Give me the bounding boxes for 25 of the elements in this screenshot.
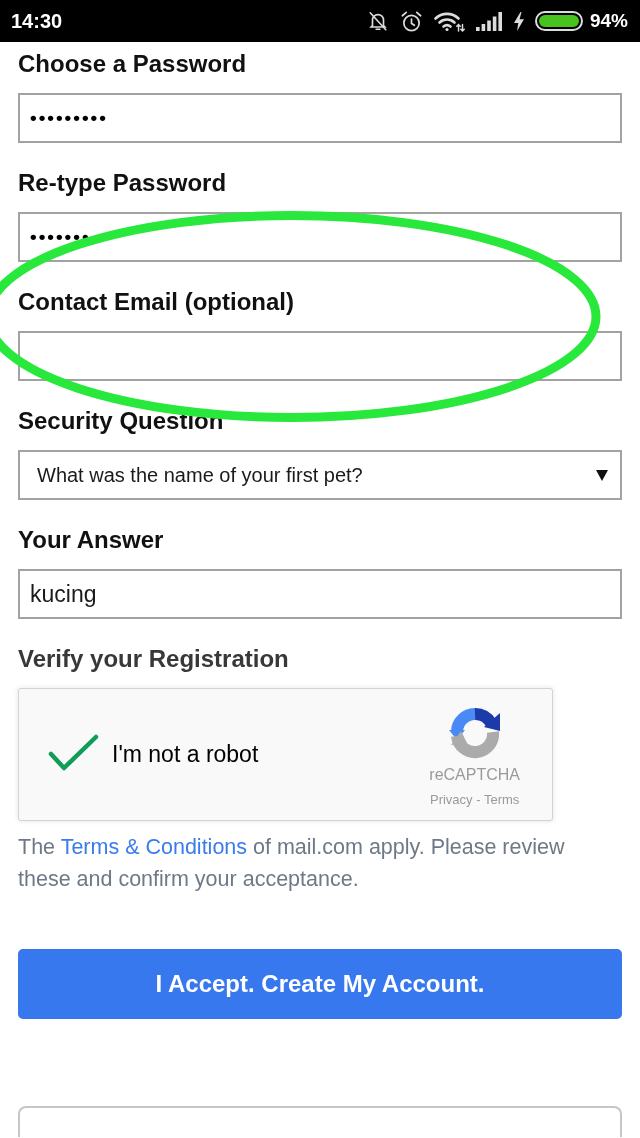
field-label: Contact Email (optional) bbox=[18, 287, 294, 317]
captcha-label: I'm not a robot bbox=[112, 741, 259, 768]
wifi-icon bbox=[433, 10, 465, 32]
terms-link[interactable]: Terms & Conditions bbox=[60, 835, 248, 859]
answer-field[interactable]: kucing bbox=[18, 569, 622, 619]
alarm-clock-icon bbox=[399, 9, 423, 33]
email-field[interactable] bbox=[18, 331, 622, 381]
muted-bell-icon bbox=[366, 10, 389, 32]
checkmark-icon[interactable] bbox=[48, 732, 99, 773]
field-label: Security Question bbox=[18, 406, 224, 436]
charging-bolt-icon bbox=[513, 11, 524, 31]
caret-down-icon bbox=[596, 469, 608, 481]
password-field[interactable]: ••••••••• bbox=[18, 93, 622, 143]
status-time: 14:30 bbox=[11, 9, 63, 33]
signal-bars-icon bbox=[475, 11, 503, 31]
create-account-button[interactable]: I Accept. Create My Account. bbox=[18, 949, 622, 1019]
field-label: Your Answer bbox=[18, 525, 164, 555]
field-label: Choose a Password bbox=[18, 49, 247, 79]
terms-notice: The Terms & Conditions of mail.com apply. Please review these and confirm your acceptance. bbox=[18, 834, 566, 893]
captcha-brand: reCAPTCHA bbox=[429, 765, 520, 784]
field-label: Re-type Password bbox=[18, 168, 227, 198]
section-heading: Verify your Registration bbox=[18, 644, 289, 674]
battery-icon bbox=[534, 11, 583, 31]
battery-percent: 94% bbox=[589, 10, 628, 32]
security-question-dropdown[interactable]: What was the name of your first pet? bbox=[18, 450, 622, 500]
